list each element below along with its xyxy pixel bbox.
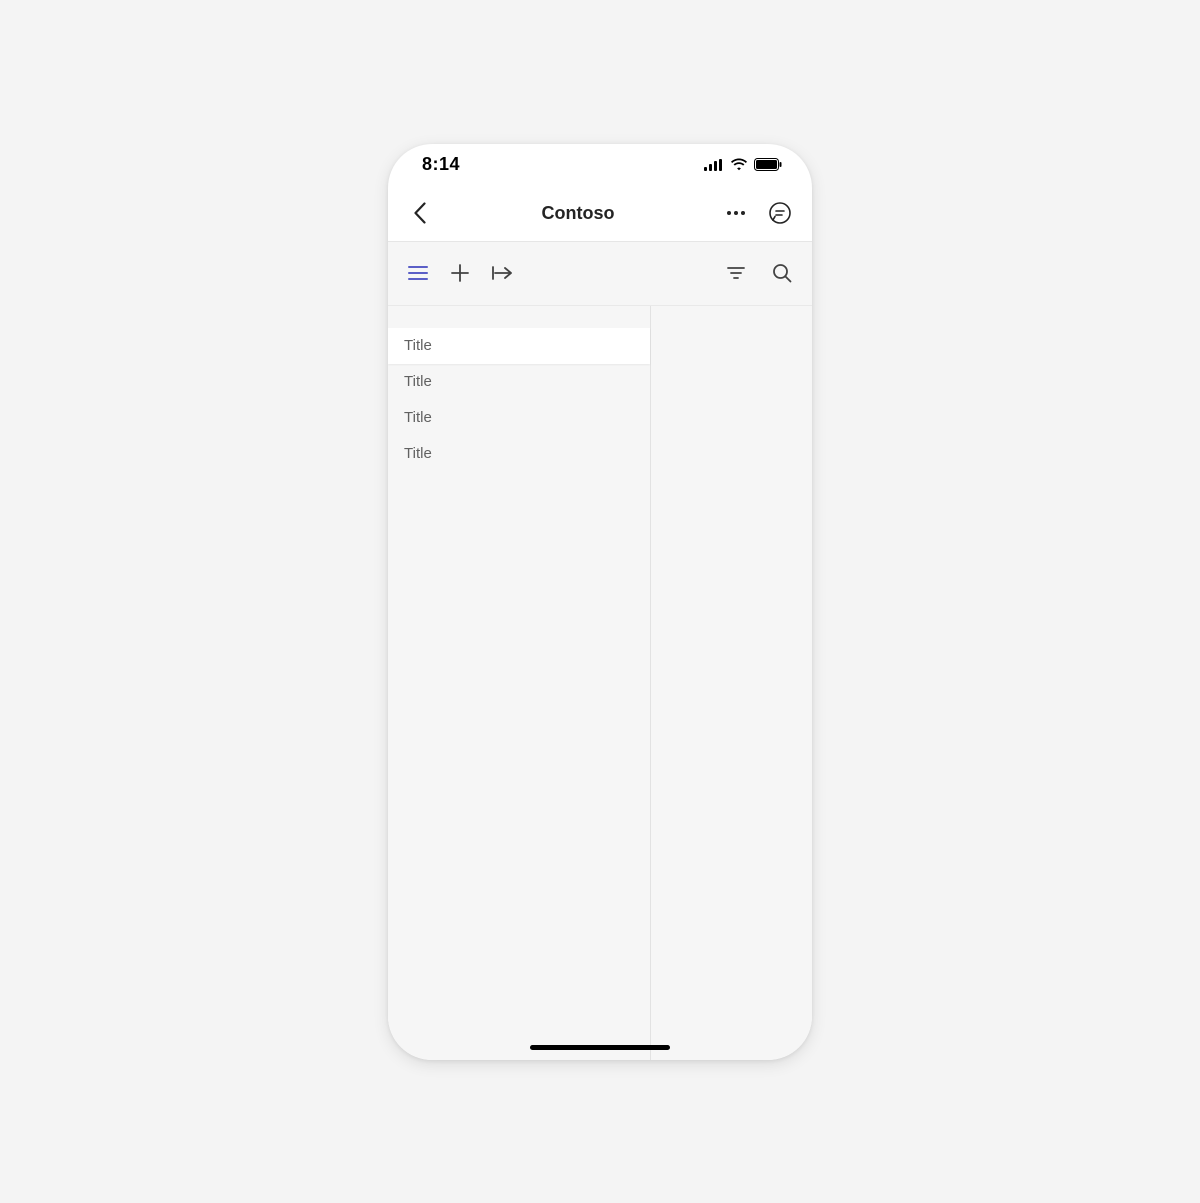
more-horizontal-icon — [726, 210, 746, 216]
search-button[interactable] — [766, 257, 798, 289]
plus-icon — [451, 264, 469, 282]
search-icon — [772, 263, 792, 283]
list-item-label: Title — [404, 445, 432, 462]
status-time: 8:14 — [422, 154, 460, 175]
list-item-label: Title — [404, 373, 432, 390]
toolbar — [388, 242, 812, 306]
more-button[interactable] — [718, 195, 754, 231]
list-view-button[interactable] — [402, 257, 434, 289]
status-bar: 8:14 — [388, 144, 812, 186]
header-bar: Contoso — [388, 186, 812, 242]
list-item[interactable]: Title — [388, 364, 650, 400]
detail-pane — [651, 306, 812, 1060]
filter-button[interactable] — [720, 257, 752, 289]
list-item[interactable]: Title — [388, 436, 650, 472]
back-button[interactable] — [402, 195, 438, 231]
chat-bubble-icon — [768, 201, 792, 225]
list-pane: Title Title Title Title — [388, 306, 651, 1060]
wifi-icon — [730, 158, 748, 171]
phone-frame: 8:14 — [388, 144, 812, 1060]
filter-icon — [727, 266, 745, 280]
cellular-icon — [704, 159, 724, 171]
canvas: 8:14 — [0, 0, 1200, 1203]
export-arrow-icon — [491, 265, 513, 281]
home-indicator[interactable] — [530, 1045, 670, 1050]
list-item[interactable]: Title — [388, 400, 650, 436]
chat-button[interactable] — [762, 195, 798, 231]
list-item-label: Title — [404, 337, 432, 354]
chevron-left-icon — [413, 202, 427, 224]
battery-icon — [754, 158, 782, 171]
page-title: Contoso — [542, 203, 615, 224]
add-button[interactable] — [444, 257, 476, 289]
list-item[interactable]: Title — [388, 328, 650, 364]
list-item-label: Title — [404, 409, 432, 426]
move-button[interactable] — [486, 257, 518, 289]
list-icon — [408, 265, 428, 281]
content-area: Title Title Title Title — [388, 306, 812, 1060]
